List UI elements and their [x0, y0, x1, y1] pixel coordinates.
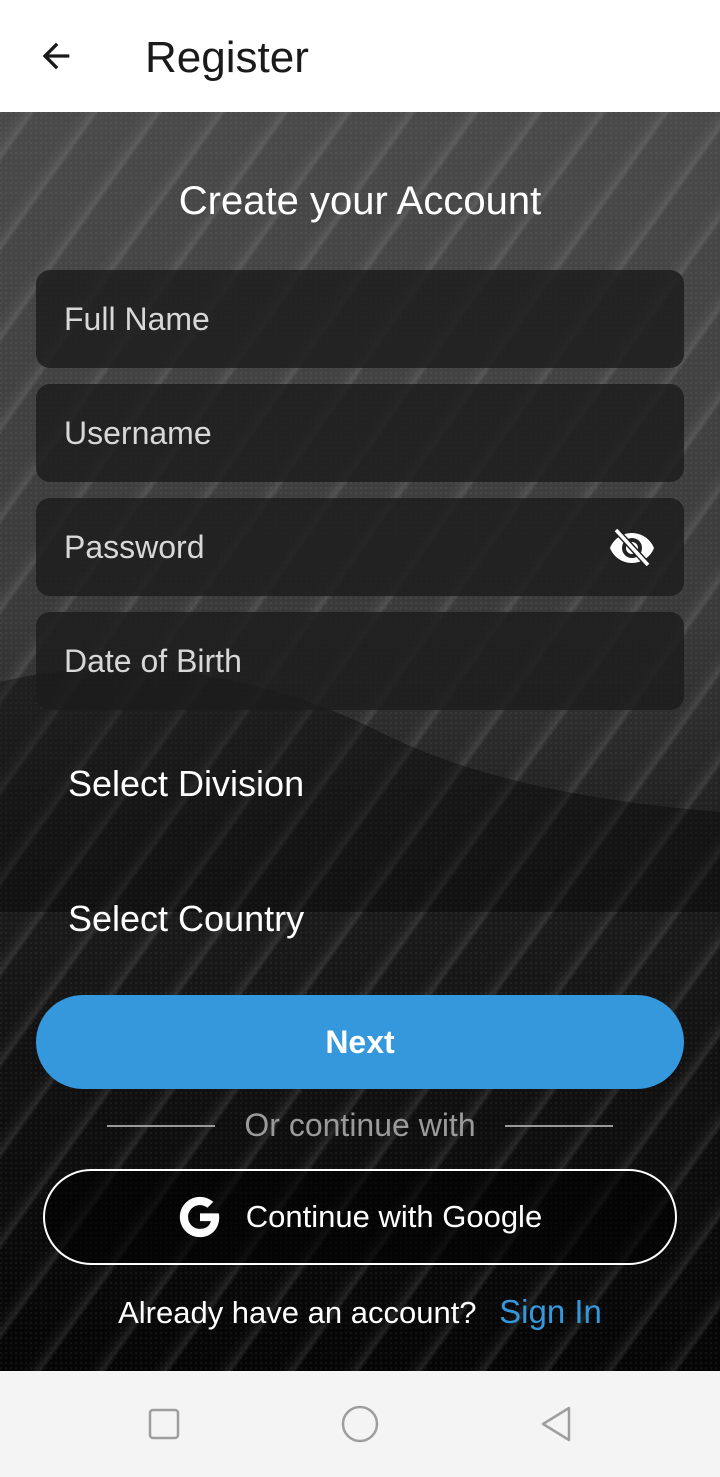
- recents-button[interactable]: [139, 1399, 189, 1449]
- signin-link[interactable]: Sign In: [499, 1293, 602, 1330]
- google-button-label: Continue with Google: [245, 1199, 543, 1234]
- password-placeholder: Password: [64, 528, 205, 565]
- system-navigation-bar: [0, 1371, 720, 1477]
- system-back-button[interactable]: [531, 1399, 581, 1449]
- continue-with-google-button[interactable]: Continue with Google: [43, 1169, 677, 1265]
- arrow-left-icon: [42, 42, 70, 70]
- password-field[interactable]: Password: [36, 498, 684, 596]
- google-icon: [178, 1195, 222, 1239]
- division-select[interactable]: Select Division: [68, 754, 668, 814]
- division-select-label: Select Division: [68, 763, 305, 804]
- username-field[interactable]: Username: [36, 384, 684, 482]
- signin-prompt: Already have an account?: [118, 1295, 477, 1330]
- register-form-area: Create your Account Full Name Username P…: [0, 112, 720, 1371]
- signin-row: Already have an account? Sign In: [0, 1292, 720, 1333]
- next-button[interactable]: Next: [36, 995, 684, 1089]
- app-bar: Register: [0, 0, 720, 112]
- home-button[interactable]: [335, 1399, 385, 1449]
- full-name-placeholder: Full Name: [64, 300, 210, 337]
- country-select-label: Select Country: [68, 898, 305, 939]
- username-placeholder: Username: [64, 414, 212, 451]
- date-of-birth-field[interactable]: Date of Birth: [36, 612, 684, 710]
- back-button[interactable]: [30, 28, 82, 84]
- divider-line-right: [505, 1125, 613, 1127]
- circle-icon: [341, 1405, 379, 1443]
- toggle-password-visibility-button[interactable]: [608, 525, 656, 569]
- eye-off-icon: [610, 527, 654, 567]
- country-select[interactable]: Select Country: [68, 889, 668, 949]
- next-button-label: Next: [325, 1023, 395, 1060]
- page-title: Register: [145, 33, 309, 82]
- form-heading: Create your Account: [178, 179, 542, 223]
- date-of-birth-placeholder: Date of Birth: [64, 642, 242, 679]
- full-name-field[interactable]: Full Name: [36, 270, 684, 368]
- or-continue-divider: Or continue with: [0, 1105, 720, 1145]
- triangle-back-icon: [541, 1406, 571, 1442]
- square-icon: [148, 1408, 180, 1440]
